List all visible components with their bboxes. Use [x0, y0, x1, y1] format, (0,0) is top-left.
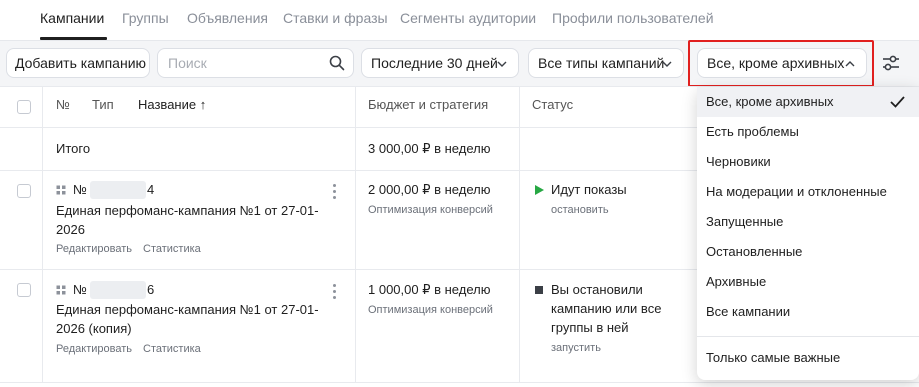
active-tab-indicator [40, 37, 107, 40]
option-label: Архивные [706, 274, 767, 289]
option-has-problems[interactable]: Есть проблемы [697, 117, 919, 147]
search-placeholder: Поиск [168, 55, 207, 71]
divider [0, 382, 919, 383]
stop-link[interactable]: остановить [551, 204, 609, 216]
option-label: Все кампании [706, 304, 791, 319]
campaign-number-prefix: № [73, 182, 87, 197]
row-budget: 1 000,00 ₽ в неделю [368, 282, 491, 297]
tab-user-profiles[interactable]: Профили пользователей [552, 10, 714, 26]
column-header-name[interactable]: Название ↑ [138, 97, 206, 112]
tab-campaigns[interactable]: Кампании [40, 10, 104, 26]
row-checkbox[interactable] [17, 184, 31, 198]
row-strategy: Оптимизация конверсий [368, 304, 493, 316]
status-filter-dropdown: Все, кроме архивных Есть проблемы Чернов… [697, 87, 919, 380]
column-settings-icon[interactable] [877, 49, 905, 77]
column-header-type[interactable]: Тип [92, 97, 114, 112]
edit-link[interactable]: Редактировать [56, 243, 132, 255]
option-label: Есть проблемы [706, 124, 799, 139]
option-moderation-rejected[interactable]: На модерации и отклоненные [697, 177, 919, 207]
checkmark-icon [890, 96, 905, 108]
campaign-name[interactable]: Единая перфоманс-кампания №1 от 27-01- [56, 203, 319, 218]
option-label: Остановленные [706, 244, 803, 259]
row-status: Идут показы [551, 182, 627, 197]
divider [42, 86, 43, 382]
option-all-campaigns[interactable]: Все кампании [697, 297, 919, 327]
top-tabs: Кампании Группы Объявления Ставки и фраз… [0, 0, 919, 41]
option-label: Черновики [706, 154, 771, 169]
column-header-status[interactable]: Статус [532, 97, 573, 112]
tab-groups[interactable]: Группы [122, 10, 169, 26]
total-budget: 3 000,00 ₽ в неделю [368, 141, 491, 156]
tab-audience-segments[interactable]: Сегменты аудитории [400, 10, 536, 26]
option-label: Запущенные [706, 214, 784, 229]
option-stopped[interactable]: Остановленные [697, 237, 919, 267]
campaign-name-cont[interactable]: 2026 (копия) [56, 321, 132, 336]
add-campaign-button[interactable]: Добавить кампанию [6, 48, 150, 78]
row-status: Вы остановили [551, 282, 643, 297]
chevron-down-icon [497, 61, 507, 67]
column-header-number[interactable]: № [56, 97, 70, 112]
campaign-type-icon [56, 185, 66, 195]
campaign-number-prefix: № [73, 282, 87, 297]
campaign-type-icon [56, 285, 66, 295]
column-header-budget[interactable]: Бюджет и стратегия [368, 97, 488, 112]
row-menu-icon[interactable] [333, 184, 337, 202]
search-input[interactable]: Поиск [157, 48, 354, 78]
highlight-frame [688, 40, 874, 87]
option-only-important[interactable]: Только самые важные [697, 343, 919, 373]
option-label: На модерации и отклоненные [706, 184, 887, 199]
campaign-types-label: Все типы кампаний [538, 55, 665, 71]
option-archived[interactable]: Архивные [697, 267, 919, 297]
launch-link[interactable]: запустить [551, 342, 601, 354]
campaign-number-suffix: 4 [147, 182, 155, 197]
search-icon [329, 55, 345, 71]
period-label: Последние 30 дней [371, 55, 498, 71]
campaign-name-cont[interactable]: 2026 [56, 222, 85, 237]
row-checkbox[interactable] [17, 283, 31, 297]
edit-link[interactable]: Редактировать [56, 343, 132, 355]
tab-ads[interactable]: Объявления [187, 10, 268, 26]
row-budget: 2 000,00 ₽ в неделю [368, 182, 491, 197]
campaign-name[interactable]: Единая перфоманс-кампания №1 от 27-01- [56, 302, 319, 317]
option-label: Все, кроме архивных [706, 94, 834, 109]
row-strategy: Оптимизация конверсий [368, 204, 493, 216]
stats-link[interactable]: Статистика [143, 243, 201, 255]
add-campaign-label: Добавить кампанию [15, 55, 147, 71]
option-running[interactable]: Запущенные [697, 207, 919, 237]
redacted-id [90, 281, 146, 299]
redacted-id [90, 181, 146, 199]
tab-bids-phrases[interactable]: Ставки и фразы [283, 10, 388, 26]
divider [519, 86, 520, 382]
option-label: Только самые важные [706, 350, 841, 365]
campaign-number-suffix: 6 [147, 282, 155, 297]
campaign-types-select[interactable]: Все типы кампаний [528, 48, 684, 78]
option-all-except-archived[interactable]: Все, кроме архивных [697, 87, 919, 117]
row-status-cont: группы в ней [551, 320, 629, 335]
total-label: Итого [56, 141, 91, 156]
divider [355, 86, 356, 382]
select-all-checkbox[interactable] [17, 100, 31, 114]
chevron-down-icon [662, 61, 672, 67]
option-drafts[interactable]: Черновики [697, 147, 919, 177]
row-menu-icon[interactable] [333, 284, 337, 302]
period-select[interactable]: Последние 30 дней [361, 48, 519, 78]
stop-icon [535, 286, 543, 294]
stats-link[interactable]: Статистика [143, 343, 201, 355]
play-icon [535, 185, 544, 195]
dropdown-divider [697, 336, 919, 337]
row-status-cont: кампанию или все [551, 301, 662, 316]
